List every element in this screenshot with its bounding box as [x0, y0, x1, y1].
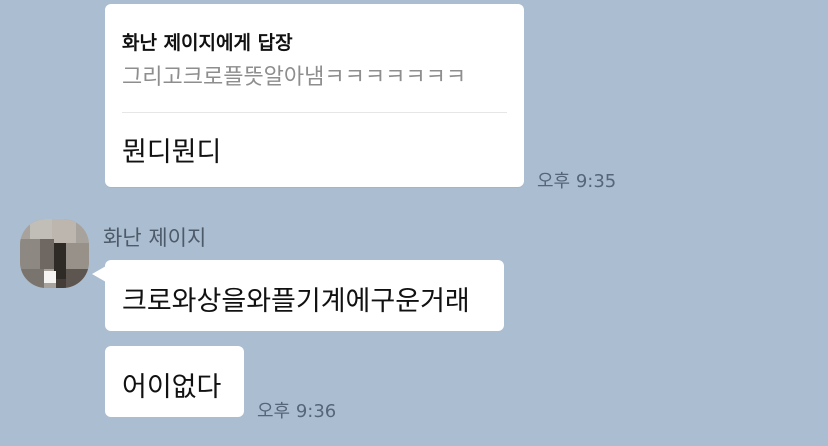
quoted-message-text[interactable]: 그리고크로플뜻알아냄ㅋㅋㅋㅋㅋㅋㅋ — [122, 59, 466, 91]
message-timestamp: 오후 9:35 — [537, 171, 617, 192]
reply-message-bubble[interactable]: 화난 제이지에게 답장 그리고크로플뜻알아냄ㅋㅋㅋㅋㅋㅋㅋ 뭔디뭔디 — [105, 4, 524, 187]
incoming-message-bubble[interactable]: 크로와상을와플기계에구운거래 — [105, 260, 504, 331]
avatar-pixel — [56, 279, 66, 288]
avatar-pixel — [66, 269, 89, 288]
reply-to-label: 화난 제이지에게 답장 — [122, 32, 293, 54]
incoming-message-bubble[interactable]: 어이없다 — [105, 346, 244, 417]
message-timestamp: 오후 9:36 — [257, 401, 337, 422]
incoming-message-text: 크로와상을와플기계에구운거래 — [122, 286, 470, 317]
sender-avatar[interactable] — [20, 219, 89, 288]
incoming-message-text: 어이없다 — [122, 372, 222, 403]
avatar-pixel — [52, 219, 76, 243]
avatar-pixel — [20, 239, 40, 269]
reply-message-text: 뭔디뭔디 — [122, 137, 222, 168]
sender-name[interactable]: 화난 제이지 — [103, 222, 206, 252]
avatar-pixel — [66, 243, 89, 269]
avatar-pixel — [20, 269, 44, 288]
reply-divider — [122, 112, 507, 113]
bubble-tail — [92, 266, 106, 282]
avatar-pixel — [30, 219, 52, 239]
avatar-pixel — [44, 271, 56, 283]
avatar-pixel — [40, 239, 54, 269]
